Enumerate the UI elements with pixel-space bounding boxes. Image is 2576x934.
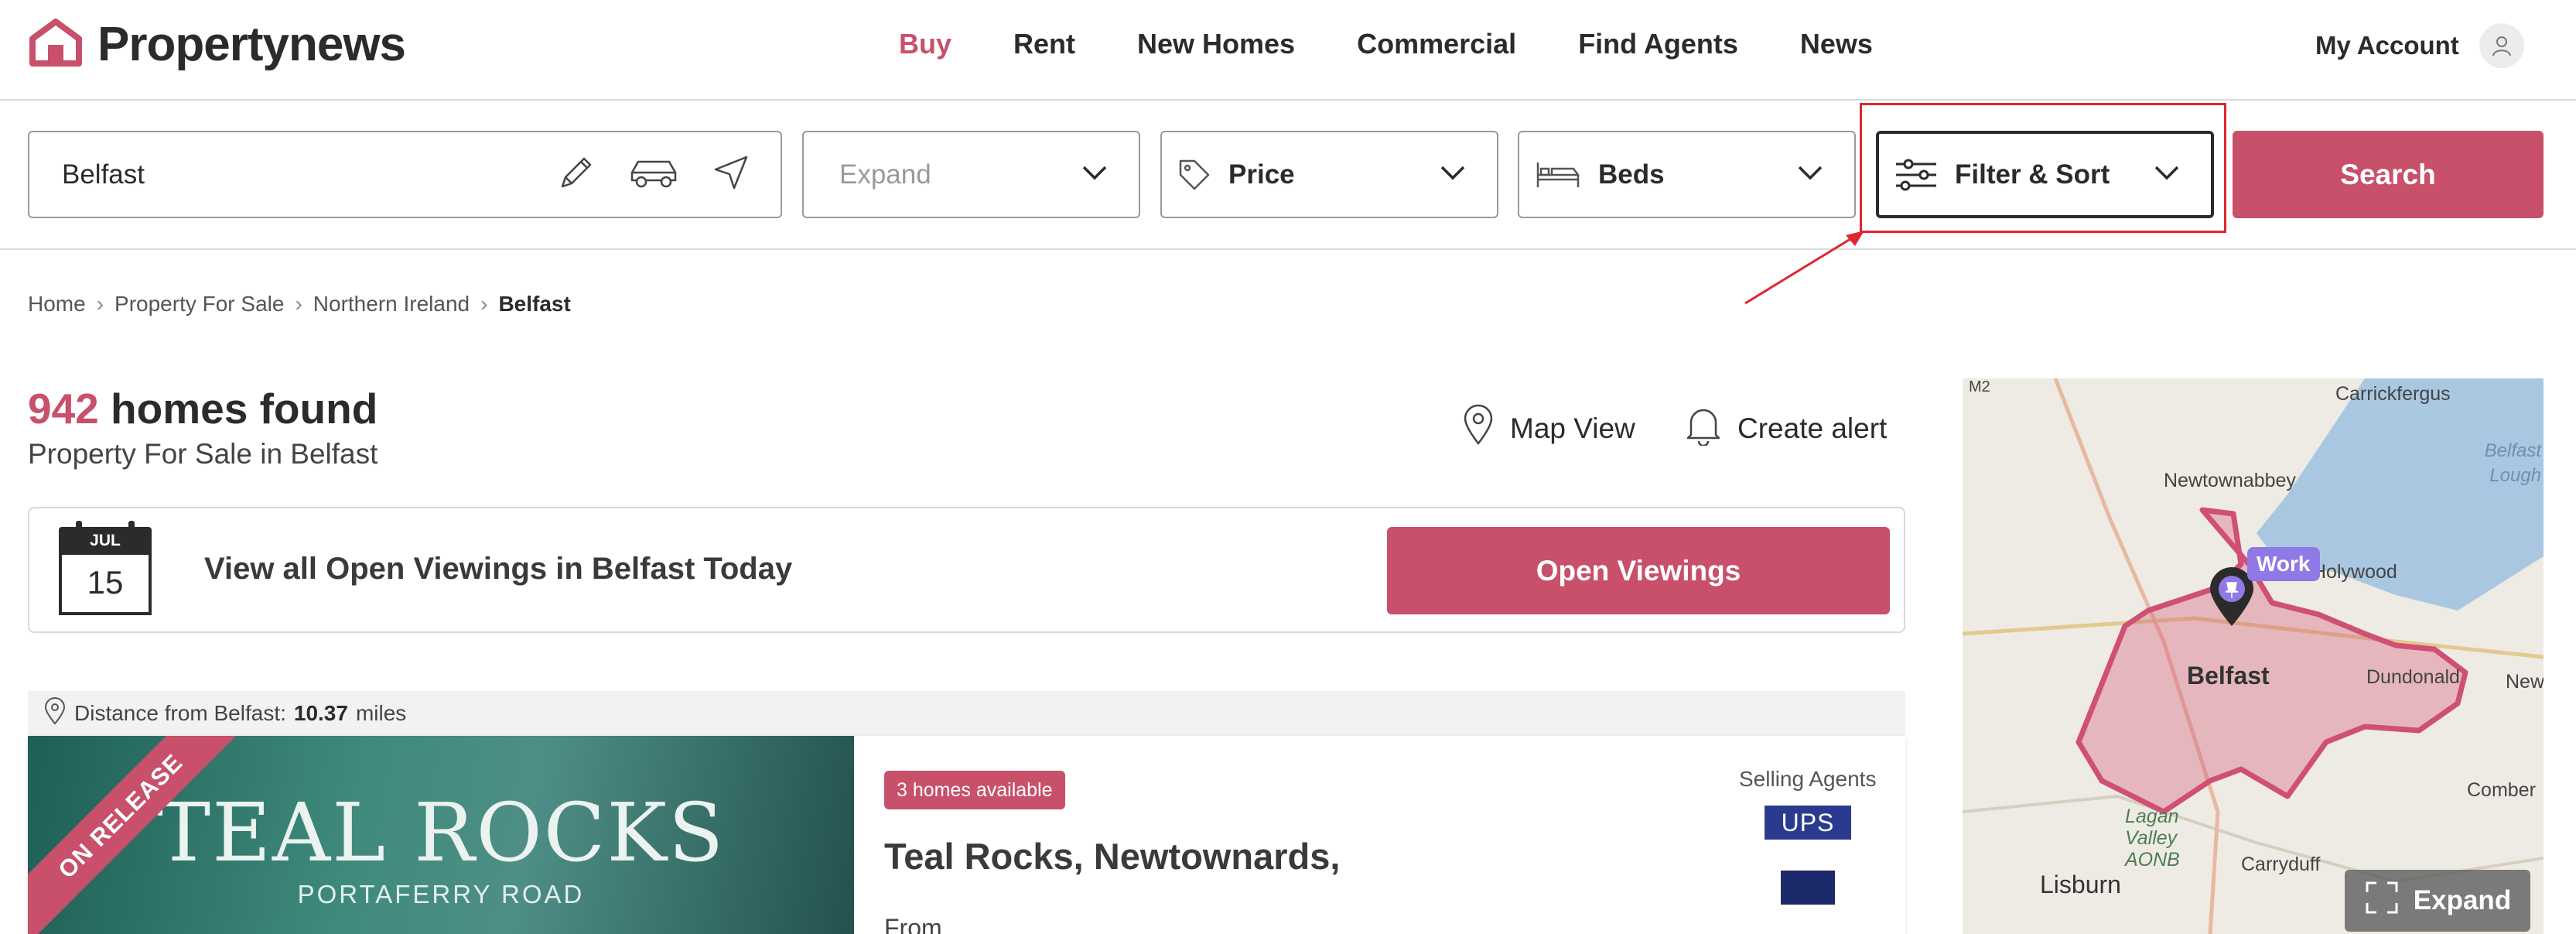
- results-count: 942 homes found: [28, 384, 378, 433]
- map-label-carryduff: Carryduff: [2241, 854, 2321, 875]
- bed-icon: [1535, 159, 1581, 190]
- chevron-right-icon: ›: [295, 292, 302, 316]
- chevron-right-icon: ›: [96, 292, 104, 316]
- bell-icon: [1685, 404, 1722, 453]
- map-canvas: [1963, 378, 2544, 934]
- map-label-holywood: Holywood: [2312, 561, 2397, 583]
- calendar-day: 15: [59, 553, 152, 615]
- top-header: Propertynews Buy Rent New Homes Commerci…: [0, 0, 2576, 101]
- map-label-lagan-valley: Lagan Valley AONB: [2125, 806, 2180, 871]
- breadcrumb-current: Belfast: [498, 292, 571, 316]
- results-number: 942: [28, 385, 99, 433]
- expand-placeholder: Expand: [839, 159, 931, 190]
- map-label-dundonald: Dundonald: [2366, 666, 2460, 688]
- map-label-newt: Newt: [2506, 671, 2544, 693]
- create-alert-label: Create alert: [1737, 412, 1888, 444]
- chevron-down-icon: [1081, 165, 1108, 184]
- expand-dropdown[interactable]: Expand: [802, 131, 1140, 218]
- beds-label: Beds: [1598, 159, 1665, 190]
- car-icon[interactable]: [626, 151, 682, 198]
- results-map[interactable]: M2 Carrickfergus Newtownabbey Belfast Lo…: [1963, 378, 2544, 934]
- nav-buy[interactable]: Buy: [899, 28, 951, 60]
- distance-prefix: Distance from Belfast:: [74, 701, 286, 725]
- chevron-down-icon: [2154, 165, 2180, 184]
- nav-commercial[interactable]: Commercial: [1357, 28, 1516, 60]
- breadcrumb-home[interactable]: Home: [28, 292, 86, 316]
- agent-logo-reeds-rains[interactable]: [1781, 871, 1835, 905]
- calendar-month: JUL: [59, 527, 152, 555]
- distance-unit: miles: [355, 701, 407, 725]
- nav-find-agents[interactable]: Find Agents: [1578, 28, 1738, 60]
- chevron-down-icon: [1797, 165, 1823, 184]
- map-label-belfast-lough: Belfast Lough: [2484, 440, 2541, 486]
- listing-image[interactable]: TEAL ROCKS PORTAFERRY ROAD ON RELEASE: [28, 736, 854, 934]
- expand-icon: [2364, 880, 2400, 922]
- annotation-arrow-icon: [1744, 231, 1864, 305]
- beds-dropdown[interactable]: Beds: [1518, 131, 1856, 218]
- location-input[interactable]: Belfast: [62, 159, 555, 190]
- sliders-icon: [1894, 158, 1938, 192]
- map-label-belfast: Belfast: [2187, 662, 2270, 689]
- distance-bar: Distance from Belfast: 10.37 miles: [28, 691, 1905, 736]
- breadcrumb: Home › Property For Sale › Northern Irel…: [28, 292, 571, 316]
- search-button[interactable]: Search: [2233, 131, 2544, 218]
- breadcrumb-northern-ireland[interactable]: Northern Ireland: [313, 292, 470, 316]
- results-suffix: homes found: [111, 385, 378, 433]
- listing-title[interactable]: Teal Rocks, Newtownards,: [884, 835, 1340, 878]
- filter-sort-label: Filter & Sort: [1955, 159, 2110, 190]
- results-subtitle: Property For Sale in Belfast: [28, 438, 378, 470]
- map-label-comber: Comber: [2467, 779, 2536, 801]
- price-tag-icon: [1177, 158, 1211, 192]
- user-avatar-icon: [2479, 23, 2524, 68]
- location-pin-icon: [43, 696, 67, 730]
- create-alert-button[interactable]: Create alert: [1685, 404, 1887, 453]
- brand-logo[interactable]: Propertynews: [28, 17, 406, 72]
- nav-new-homes[interactable]: New Homes: [1137, 28, 1295, 60]
- map-label-lisburn: Lisburn: [2040, 871, 2121, 898]
- from-label: From: [884, 914, 942, 934]
- price-label: Price: [1228, 159, 1295, 190]
- map-expand-button[interactable]: Expand: [2345, 870, 2530, 932]
- map-label-m2: M2: [1969, 378, 1990, 395]
- search-bar: Belfast Expand Price Beds Filter & Sort: [0, 101, 2576, 250]
- calendar-icon: JUL 15: [59, 521, 152, 615]
- my-account-label: My Account: [2315, 31, 2459, 60]
- map-pin-icon: [1462, 404, 1495, 453]
- pencil-icon[interactable]: [555, 151, 598, 198]
- listing-card[interactable]: TEAL ROCKS PORTAFERRY ROAD ON RELEASE 3 …: [28, 736, 1905, 934]
- location-field[interactable]: Belfast: [28, 131, 782, 218]
- my-account-button[interactable]: My Account: [2315, 23, 2524, 68]
- price-dropdown[interactable]: Price: [1160, 131, 1498, 218]
- listing-image-subtitle: PORTAFERRY ROAD: [297, 880, 585, 908]
- work-tag: Work: [2247, 547, 2320, 581]
- selling-agents-label: Selling Agents: [1739, 767, 1877, 791]
- open-viewings-text: View all Open Viewings in Belfast Today: [204, 552, 793, 586]
- chevron-down-icon: [1440, 165, 1466, 184]
- map-expand-label: Expand: [2413, 885, 2512, 915]
- homes-available-badge: 3 homes available: [884, 771, 1065, 809]
- nav-rent[interactable]: Rent: [1013, 28, 1075, 60]
- map-view-label: Map View: [1510, 412, 1635, 444]
- open-viewings-banner: JUL 15 View all Open Viewings in Belfast…: [28, 507, 1905, 633]
- distance-value: 10.37: [293, 701, 348, 725]
- main-nav: Buy Rent New Homes Commercial Find Agent…: [899, 28, 1873, 60]
- navigation-arrow-icon[interactable]: [709, 151, 753, 198]
- breadcrumb-property-for-sale[interactable]: Property For Sale: [114, 292, 284, 316]
- chevron-right-icon: ›: [480, 292, 488, 316]
- filter-sort-dropdown[interactable]: Filter & Sort: [1876, 131, 2214, 218]
- map-label-carrickfergus: Carrickfergus: [2335, 383, 2451, 405]
- map-view-button[interactable]: Map View: [1462, 404, 1635, 453]
- house-logo-icon: [28, 19, 84, 70]
- nav-news[interactable]: News: [1800, 28, 1873, 60]
- brand-name: Propertynews: [97, 18, 406, 71]
- open-viewings-button[interactable]: Open Viewings: [1387, 527, 1890, 614]
- map-label-newtownabbey: Newtownabbey: [2164, 470, 2296, 491]
- agent-logo-ups[interactable]: UPS: [1765, 806, 1851, 840]
